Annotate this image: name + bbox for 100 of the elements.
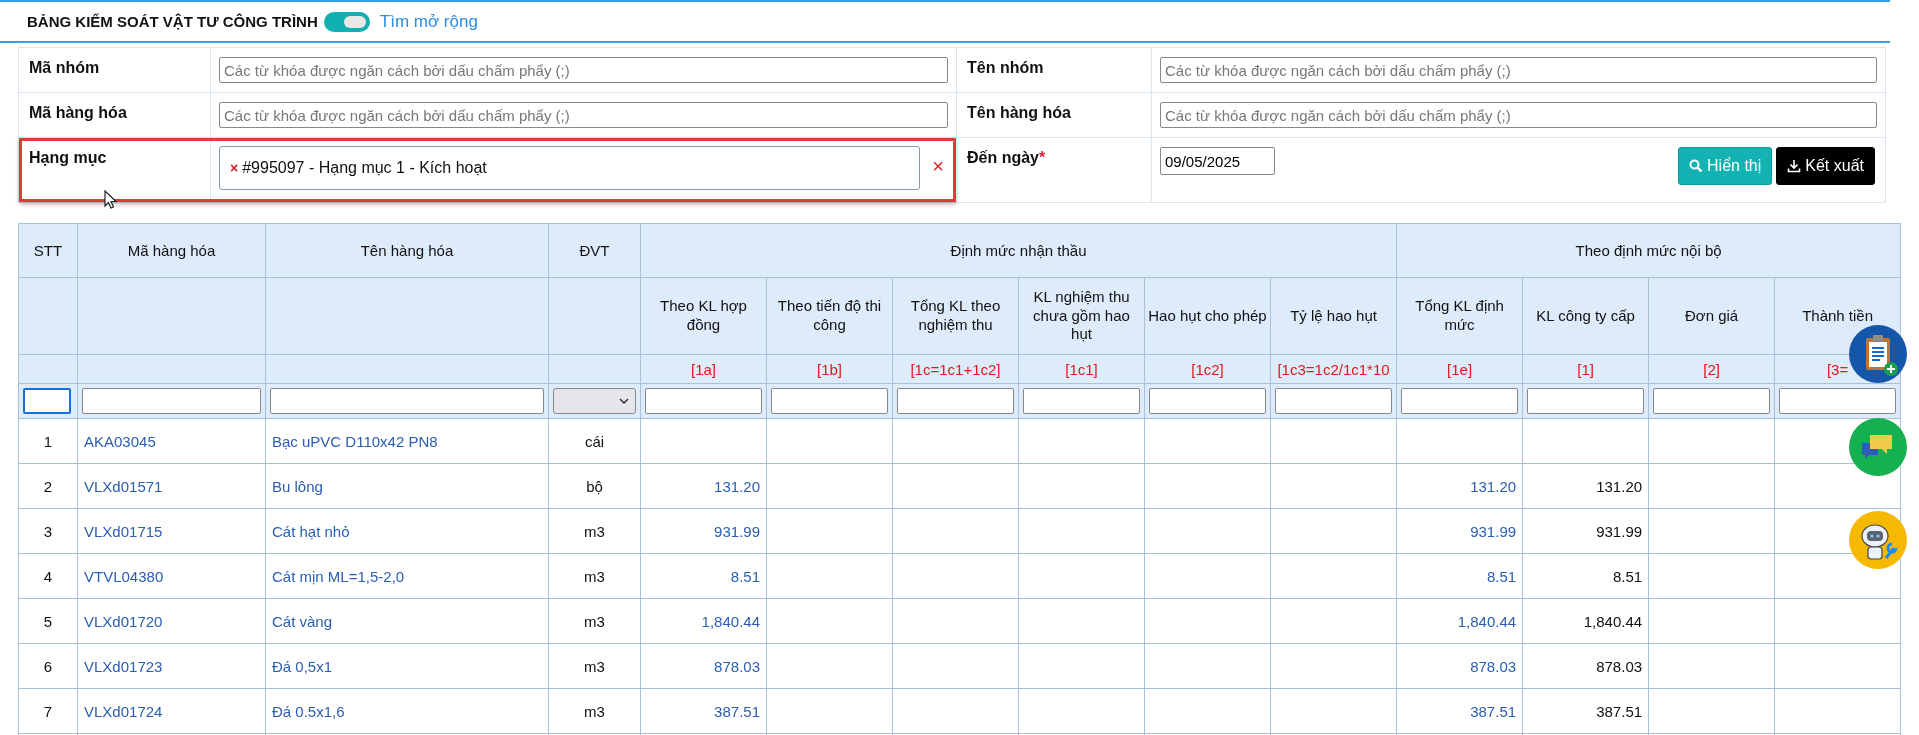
column-filter-field[interactable]	[270, 388, 544, 414]
column-header: Tên hàng hóa	[265, 223, 549, 278]
unit-filter-dropdown[interactable]	[553, 388, 636, 414]
quantity-cell: 131.20	[1522, 463, 1649, 509]
formula-code: [1c=1c1+1c2]	[892, 354, 1019, 384]
unit-cell: bộ	[548, 463, 641, 509]
quantity-cell: 931.99	[640, 508, 767, 554]
date-field[interactable]: 09/05/2025	[1160, 147, 1275, 175]
quantity-cell: 931.99	[1396, 508, 1523, 554]
column-filter-field[interactable]	[23, 388, 71, 414]
search-field[interactable]: Các từ khóa được ngăn cách bởi dấu chấm phẩy (;)	[219, 102, 948, 128]
item-code-link[interactable]: VLXd01571	[77, 463, 266, 509]
quantity-cell: 1,840.44	[640, 598, 767, 644]
item-name-link[interactable]: Đá 0.5x1,6	[265, 688, 549, 734]
quantity-cell: 878.03	[640, 643, 767, 689]
quantity-cell: 387.51	[640, 688, 767, 734]
robot-wrench-icon[interactable]	[1848, 510, 1908, 570]
quantity-cell: 387.51	[1522, 688, 1649, 734]
column-filter-field[interactable]	[1149, 388, 1266, 414]
item-code-link[interactable]: VTVL04380	[77, 553, 266, 599]
item-name-link[interactable]: Cát mịn ML=1,5-2,0	[265, 553, 549, 599]
item-name-link[interactable]: Đá 0,5x1	[265, 643, 549, 689]
column-header: STT	[18, 223, 78, 278]
column-header: Tỷ lệ hao hụt	[1270, 277, 1397, 355]
formula-code: [1c2]	[1144, 354, 1271, 384]
row-number: 5	[18, 598, 78, 644]
column-header: Theo tiến độ thi công	[766, 277, 893, 355]
clipboard-add-icon[interactable]	[1848, 324, 1908, 384]
column-filter-field[interactable]	[1275, 388, 1393, 414]
search-field[interactable]: Các từ khóa được ngăn cách bởi dấu chấm phẩy (;)	[219, 57, 948, 83]
item-code-link[interactable]: VLXd01720	[77, 598, 266, 644]
item-name-link[interactable]: Cát vàng	[265, 598, 549, 644]
unit-cell: m3	[548, 688, 641, 734]
field-label: Hạng mục	[29, 149, 107, 166]
caret-icon	[619, 398, 629, 404]
quantity-cell: 1,840.44	[1522, 598, 1649, 644]
item-name-link[interactable]: Bạc uPVC D110x42 PN8	[265, 418, 549, 464]
quantity-cell: 931.99	[1522, 508, 1649, 554]
column-filter-field[interactable]	[1653, 388, 1771, 414]
row-number: 2	[18, 463, 78, 509]
column-header: ĐVT	[548, 223, 641, 278]
quantity-cell: 878.03	[1522, 643, 1649, 689]
item-code-link[interactable]: VLXd01715	[77, 508, 266, 554]
quantity-cell: 387.51	[1396, 688, 1523, 734]
column-filter-field[interactable]	[897, 388, 1014, 414]
remove-tag-button[interactable]: ×	[230, 160, 239, 176]
column-filter-field[interactable]	[82, 388, 261, 414]
column-filter-field[interactable]	[1527, 388, 1645, 414]
row-number: 7	[18, 688, 78, 734]
column-group-header: Định mức nhận thầu	[640, 223, 1397, 278]
row-number: 1	[18, 418, 78, 464]
column-header: KL công ty cấp	[1522, 277, 1649, 355]
item-code-link[interactable]: VLXd01724	[77, 688, 266, 734]
formula-code: [1]	[1522, 354, 1649, 384]
unit-cell: m3	[548, 553, 641, 599]
row-number: 6	[18, 643, 78, 689]
column-filter-field[interactable]	[1779, 388, 1897, 414]
formula-code: [1e]	[1396, 354, 1523, 384]
selected-tag: #995097 - Hạng mục 1 - Kích hoạt	[242, 159, 487, 177]
search-field[interactable]: Các từ khóa được ngăn cách bởi dấu chấm phẩy (;)	[1160, 102, 1877, 128]
quantity-cell: 8.51	[1522, 553, 1649, 599]
column-filter-field[interactable]	[645, 388, 762, 414]
quantity-cell: 131.20	[1396, 463, 1523, 509]
column-filter-field[interactable]	[1023, 388, 1140, 414]
clear-button[interactable]: ×	[928, 155, 948, 178]
unit-cell: m3	[548, 598, 641, 644]
item-code-link[interactable]: AKA03045	[77, 418, 266, 464]
column-header: Hao hụt cho phép	[1144, 277, 1271, 355]
field-label: Mã nhóm	[29, 59, 100, 76]
item-code-link[interactable]: VLXd01723	[77, 643, 266, 689]
formula-code: [1c1]	[1018, 354, 1145, 384]
column-header: Mã hàng hóa	[77, 223, 266, 278]
field-label: Mã hàng hóa	[29, 104, 127, 121]
page-title: BẢNG KIỂM SOÁT VẬT TƯ CÔNG TRÌNH	[27, 13, 318, 30]
column-filter-field[interactable]	[771, 388, 888, 414]
unit-cell: cái	[548, 418, 641, 464]
column-header: Tổng KL theo nghiệm thu	[892, 277, 1019, 355]
chat-icon[interactable]	[1848, 417, 1908, 477]
quantity-cell: 131.20	[640, 463, 767, 509]
formula-code: [2]	[1648, 354, 1775, 384]
extended-search-link[interactable]: Tìm mở rộng	[379, 11, 478, 32]
column-group-header: Theo định mức nội bộ	[1396, 223, 1901, 278]
item-name-link[interactable]: Cát hạt nhỏ	[265, 508, 549, 554]
required-mark: *	[1039, 149, 1046, 166]
search-icon	[1689, 159, 1704, 173]
unit-cell: m3	[548, 643, 641, 689]
export-button[interactable]: Kết xuất	[1776, 147, 1875, 185]
column-filter-field[interactable]	[1401, 388, 1519, 414]
column-header: Theo KL hợp đồng	[640, 277, 767, 355]
formula-code: [1c3=1c2/1c1*10	[1270, 354, 1397, 384]
quantity-cell: 8.51	[640, 553, 767, 599]
toggle-switch[interactable]	[323, 11, 370, 32]
item-name-link[interactable]: Bu lông	[265, 463, 549, 509]
field-label: Tên hàng hóa	[967, 104, 1071, 121]
field-label: Tên nhóm	[967, 59, 1044, 76]
search-field[interactable]: Các từ khóa được ngăn cách bởi dấu chấm phẩy (;)	[1160, 57, 1877, 83]
category-select[interactable]: × #995097 - Hạng mục 1 - Kích hoạt	[219, 146, 921, 190]
quantity-cell: 8.51	[1396, 553, 1523, 599]
unit-cell: m3	[548, 508, 641, 554]
quantity-cell: 878.03	[1396, 643, 1523, 689]
